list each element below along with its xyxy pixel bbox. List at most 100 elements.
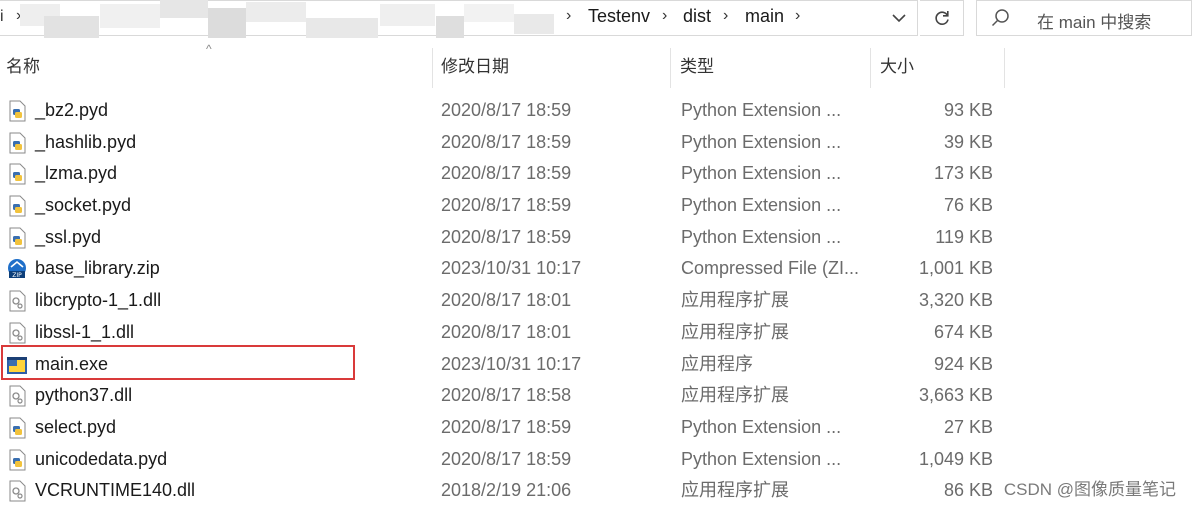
column-divider[interactable] bbox=[1004, 48, 1005, 88]
file-date: 2020/8/17 18:01 bbox=[441, 290, 572, 311]
file-name: _hashlib.pyd bbox=[35, 131, 137, 152]
file-type: Python Extension ... bbox=[681, 163, 842, 184]
file-row[interactable]: python37.dll 2020/8/17 18:58 应用程序扩展 3,66… bbox=[0, 380, 1010, 412]
file-size: 1,001 KB bbox=[918, 258, 993, 279]
search-icon bbox=[991, 9, 1009, 27]
file-date: 2020/8/17 18:59 bbox=[441, 163, 572, 184]
file-name: _lzma.pyd bbox=[35, 163, 118, 184]
file-size: 3,663 KB bbox=[918, 385, 993, 406]
python-file-icon bbox=[9, 195, 26, 217]
file-row[interactable]: unicodedata.pyd 2020/8/17 18:59 Python E… bbox=[0, 444, 1010, 476]
file-name: select.pyd bbox=[35, 416, 117, 437]
column-header-date[interactable]: 修改日期 bbox=[435, 48, 670, 88]
redacted-path-block bbox=[160, 0, 208, 18]
file-size: 3,320 KB bbox=[918, 290, 993, 311]
column-divider[interactable] bbox=[432, 48, 433, 88]
highlight-box bbox=[1, 345, 355, 380]
file-date: 2020/8/17 18:59 bbox=[441, 226, 572, 247]
breadcrumb-main[interactable]: main bbox=[745, 6, 784, 27]
file-row[interactable]: ZIP base_library.zip 2023/10/31 10:17 Co… bbox=[0, 253, 1010, 285]
file-type: Python Extension ... bbox=[681, 448, 842, 469]
column-header-name[interactable]: 名称 bbox=[0, 48, 432, 88]
refresh-button[interactable] bbox=[920, 0, 964, 36]
file-date: 2020/8/17 18:59 bbox=[441, 448, 572, 469]
file-row[interactable]: libcrypto-1_1.dll 2020/8/17 18:01 应用程序扩展… bbox=[0, 285, 1010, 317]
column-divider[interactable] bbox=[870, 48, 871, 88]
file-type: Python Extension ... bbox=[681, 131, 842, 152]
redacted-path-block bbox=[436, 16, 464, 38]
file-row[interactable]: _lzma.pyd 2020/8/17 18:59 Python Extensi… bbox=[0, 158, 1010, 190]
file-size: 39 KB bbox=[943, 131, 993, 152]
file-size: 93 KB bbox=[943, 100, 993, 120]
file-type: 应用程序扩展 bbox=[681, 385, 789, 406]
python-file-icon bbox=[9, 163, 26, 185]
redacted-path-block bbox=[464, 4, 514, 22]
file-row[interactable]: libssl-1_1.dll 2020/8/17 18:01 应用程序扩展 67… bbox=[0, 317, 1010, 349]
column-header-size[interactable]: 大小 bbox=[874, 48, 1004, 88]
dll-file-icon bbox=[9, 290, 26, 312]
breadcrumb-testenv[interactable]: Testenv bbox=[588, 6, 650, 27]
file-date: 2023/10/31 10:17 bbox=[441, 258, 582, 279]
file-type: Python Extension ... bbox=[681, 416, 842, 437]
file-row[interactable]: VCRUNTIME140.dll 2018/2/19 21:06 应用程序扩展 … bbox=[0, 475, 1010, 506]
search-box[interactable]: 在 main 中搜索 bbox=[976, 0, 1192, 36]
file-type: 应用程序扩展 bbox=[681, 321, 789, 342]
file-type: Python Extension ... bbox=[681, 226, 842, 247]
file-size: 76 KB bbox=[943, 195, 993, 216]
address-edge-glyph: i bbox=[0, 8, 4, 25]
file-date: 2020/8/17 18:01 bbox=[441, 321, 572, 342]
file-size: 119 KB bbox=[935, 226, 993, 247]
file-date: 2020/8/17 18:58 bbox=[441, 385, 572, 406]
redacted-path-block bbox=[208, 8, 246, 38]
file-date: 2020/8/17 18:59 bbox=[441, 195, 572, 216]
file-size: 173 KB bbox=[933, 163, 993, 184]
column-header-type[interactable]: 类型 bbox=[674, 48, 869, 88]
file-date: 2023/10/31 10:17 bbox=[441, 353, 582, 374]
watermark: CSDN @图像质量笔记 bbox=[1001, 475, 1178, 500]
dll-file-icon bbox=[9, 385, 26, 407]
file-type: 应用程序扩展 bbox=[681, 480, 789, 501]
file-size: 924 KB bbox=[933, 353, 993, 374]
breadcrumb-dist[interactable]: dist bbox=[683, 6, 711, 27]
redacted-path-block bbox=[380, 4, 435, 26]
file-size: 1,049 KB bbox=[918, 448, 993, 469]
file-name: _socket.pyd bbox=[35, 195, 132, 216]
file-row[interactable]: select.pyd 2020/8/17 18:59 Python Extens… bbox=[0, 412, 1010, 444]
file-row[interactable]: _ssl.pyd 2020/8/17 18:59 Python Extensio… bbox=[0, 222, 1010, 254]
svg-text:ZIP: ZIP bbox=[12, 272, 22, 279]
redacted-path-block bbox=[100, 4, 160, 28]
column-divider[interactable] bbox=[670, 48, 671, 88]
file-row[interactable]: _hashlib.pyd 2020/8/17 18:59 Python Exte… bbox=[0, 127, 1010, 159]
file-size: 27 KB bbox=[943, 416, 993, 437]
chevron-down-icon[interactable] bbox=[884, 6, 914, 30]
file-name: libcrypto-1_1.dll bbox=[35, 290, 162, 311]
file-type: Compressed File (ZI... bbox=[681, 258, 860, 279]
breadcrumb-separator-icon: › bbox=[662, 7, 668, 24]
file-size: 86 KB bbox=[943, 480, 993, 501]
file-name: base_library.zip bbox=[35, 258, 160, 279]
address-bar: i › › Testenv › dist › main › 在 main 中搜索 bbox=[0, 0, 1192, 38]
breadcrumb-separator-icon: › bbox=[723, 7, 729, 24]
python-file-icon bbox=[9, 100, 26, 122]
python-file-icon bbox=[9, 417, 26, 439]
column-header-row: ^ 名称 修改日期 类型 大小 bbox=[0, 42, 1010, 88]
file-name: python37.dll bbox=[35, 385, 133, 406]
file-date: 2020/8/17 18:59 bbox=[441, 131, 572, 152]
file-date: 2020/8/17 18:59 bbox=[441, 416, 572, 437]
file-date: 2020/8/17 18:59 bbox=[441, 100, 572, 120]
python-file-icon bbox=[9, 449, 26, 471]
redacted-path-block bbox=[514, 14, 554, 34]
python-file-icon bbox=[9, 227, 26, 249]
dll-file-icon bbox=[9, 322, 26, 344]
file-name: _bz2.pyd bbox=[35, 100, 109, 120]
file-list: _bz2.pyd 2020/8/17 18:59 Python Extensio… bbox=[0, 95, 1010, 506]
search-input[interactable]: 在 main 中搜索 bbox=[1037, 8, 1151, 33]
file-type: Python Extension ... bbox=[681, 195, 842, 216]
breadcrumb-separator-icon: › bbox=[566, 7, 572, 24]
dll-file-icon bbox=[9, 480, 26, 502]
breadcrumb-separator-icon[interactable]: › bbox=[795, 7, 800, 25]
file-name: libssl-1_1.dll bbox=[35, 321, 135, 342]
file-type: 应用程序扩展 bbox=[681, 290, 789, 311]
file-row[interactable]: _socket.pyd 2020/8/17 18:59 Python Exten… bbox=[0, 190, 1010, 222]
file-row[interactable]: _bz2.pyd 2020/8/17 18:59 Python Extensio… bbox=[0, 95, 1010, 127]
